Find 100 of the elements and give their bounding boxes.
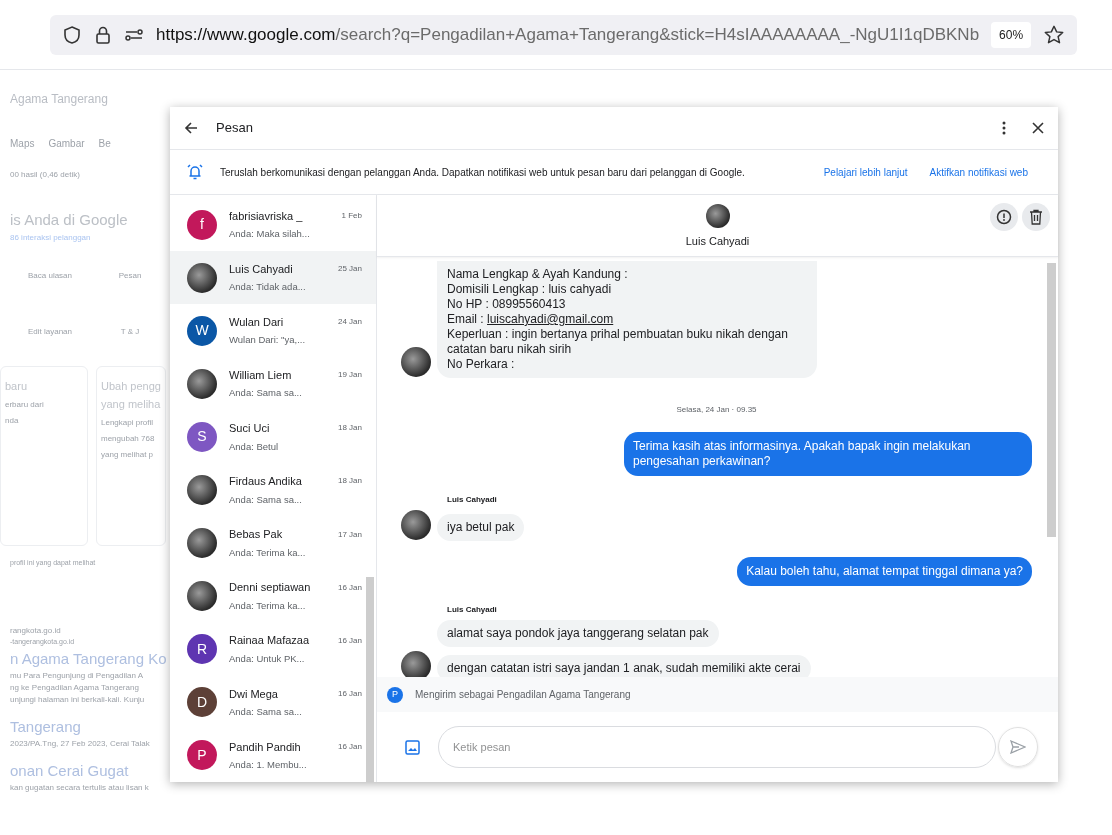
result-snippet: 2023/PA.Tng, 27 Feb 2023, Cerai Talak	[10, 737, 151, 750]
avatar-photo	[187, 262, 217, 293]
contact-photo	[705, 203, 730, 228]
message-preview: Anda: Tidak ada...	[229, 280, 307, 295]
message-preview: Anda: Terima ka...	[229, 545, 307, 560]
card-text: Lengkapi profil	[101, 416, 155, 429]
message-preview: Anda: 1. Membu...	[229, 758, 308, 773]
avatar-photo	[187, 528, 217, 559]
avatar-letter: R	[187, 634, 217, 665]
message-text: Domisili Lengkap : luis cahyadi	[447, 282, 613, 297]
message-date: 16 Jan	[337, 634, 362, 647]
more-icon[interactable]	[1002, 121, 1006, 135]
message-date: 1 Feb	[341, 210, 362, 222]
action-label[interactable]: Edit layanan	[10, 325, 90, 338]
message-preview: Anda: Sama sa...	[229, 705, 303, 719]
contact-name: Wulan Dari	[229, 314, 285, 330]
bell-icon	[186, 163, 204, 181]
lock-icon[interactable]	[94, 24, 112, 45]
account-avatar: P	[387, 686, 403, 703]
send-icon	[1010, 740, 1026, 754]
result-site: rangkota.go.id	[10, 625, 62, 637]
card-title: baru	[5, 378, 29, 394]
message-date: 16 Jan	[337, 687, 362, 700]
contact-name: Rainaa Mafazaa	[229, 633, 311, 649]
message-date: 16 Jan	[337, 581, 362, 594]
scrollbar-thumb[interactable]	[366, 577, 374, 782]
message-input[interactable]: Ketik pesan	[438, 726, 996, 768]
contact-name: William Liem	[229, 367, 293, 383]
conversation-item[interactable]: Luis Cahyadi Anda: Tidak ada... 25 Jan	[170, 251, 376, 305]
card-text: yang melihat p	[101, 448, 155, 461]
image-icon[interactable]	[405, 739, 420, 755]
back-icon[interactable]	[184, 121, 198, 135]
result-snippet: ng ke Pengadilan Agama Tangerang	[10, 681, 140, 694]
avatar-photo	[187, 475, 217, 505]
delete-button[interactable]	[1022, 203, 1050, 231]
search-tab[interactable]: Maps	[10, 136, 35, 151]
card-text: nda	[5, 414, 20, 427]
message-date: 18 Jan	[337, 475, 362, 488]
close-icon[interactable]	[1032, 122, 1044, 134]
url-field[interactable]: https://www.google.com/search?q=Pengadilan+Agama+Tangerang&stick=H4sIAAAAAAAA_-NgU1I1qDBKNb	[156, 21, 980, 48]
avatar-letter: D	[187, 687, 217, 718]
avatar-letter: P	[187, 740, 217, 771]
chat-contact-name: Luis Cahyadi	[685, 233, 750, 249]
avatar-letter: W	[187, 315, 217, 346]
message-text: No Perkara :	[447, 357, 516, 372]
notice-link[interactable]: Pelajari lebih lanjut	[823, 164, 908, 180]
message-bubble: Kalau boleh tahu, alamat tempat tinggal dimana ya?	[737, 557, 1032, 586]
message-text: Email :	[447, 312, 485, 326]
card-text: mengubah 768	[101, 432, 156, 445]
sender-name: Luis Cahyadi	[447, 494, 498, 506]
search-tab[interactable]: Gambar	[48, 136, 85, 151]
sending-as-text: Mengirim sebagai Pengadilan Agama Tangerang	[415, 688, 631, 702]
contact-name: Pandih Pandih	[229, 739, 302, 755]
message-text: iya betul pak	[447, 520, 515, 535]
business-title: is Anda di Google	[10, 210, 129, 230]
message-preview: Anda: Untuk PK...	[229, 651, 306, 666]
card-text: erbaru dari	[5, 398, 45, 411]
result-snippet: kan gugatan secara tertulis atau lisan k	[10, 781, 150, 794]
trash-icon	[1029, 209, 1043, 225]
date-separator: Selasa, 24 Jan · 09.35	[676, 404, 757, 416]
result-snippet: mu Para Pengunjung di Pengadilan A	[10, 669, 144, 682]
contact-name: Suci Uci	[229, 421, 271, 437]
dialog-title: Pesan	[216, 119, 254, 138]
message-preview: Wulan Dari: "ya,...	[229, 333, 307, 348]
message-text: No HP : 08995560413	[447, 297, 567, 312]
shield-icon[interactable]	[62, 24, 82, 45]
notice-link[interactable]: Aktifkan notifikasi web	[929, 164, 1028, 180]
message-preview: Anda: Sama sa...	[229, 492, 303, 507]
contact-name: fabrisiavriska _	[229, 208, 304, 224]
action-label[interactable]: Pesan	[90, 269, 170, 282]
email-link[interactable]: luiscahyadi@gmail.com	[487, 312, 614, 326]
avatar-photo	[187, 581, 217, 612]
alert-icon	[996, 209, 1012, 225]
result-snippet: unjungi halaman ini berkali-kali. Kunju	[10, 693, 146, 706]
message-date: 19 Jan	[337, 369, 362, 382]
message-preview: Anda: Maka silah...	[229, 227, 311, 242]
avatar-photo	[187, 368, 217, 399]
message-preview: Anda: Sama sa...	[229, 386, 303, 401]
action-label[interactable]: Baca ulasan	[10, 269, 90, 282]
contact-name: Dwi Mega	[229, 686, 279, 702]
star-icon[interactable]	[1043, 23, 1066, 46]
search-tab[interactable]: Be	[98, 136, 111, 151]
avatar-letter: S	[187, 421, 217, 452]
report-button[interactable]	[990, 203, 1018, 231]
zoom-level[interactable]: 60%	[991, 21, 1032, 48]
result-count: 00 hasil (0,46 detik)	[10, 169, 81, 181]
message-preview: Anda: Terima ka...	[229, 598, 307, 613]
message-text: Keperluan : ingin bertanya prihal pembuatan buku nikah dengan catatan baru nikah sirih	[447, 327, 789, 357]
conversation-item[interactable]: P Pandih Pandih Anda: 1. Membu... 16 Jan	[170, 728, 376, 782]
message-date: 16 Jan	[337, 740, 362, 753]
message-text: dengan catatan istri saya jandan 1 anak, sudah memiliki akte cerai	[447, 661, 801, 676]
action-label[interactable]: T & J	[90, 325, 170, 338]
contact-name: Denni septiawan	[229, 580, 312, 596]
contact-name: Luis Cahyadi	[229, 261, 294, 277]
message-date: 17 Jan	[337, 528, 362, 541]
message-bubble: Terima kasih atas informasinya. Apakah bapak ingin melakukan pengesahan perkawinan?	[624, 432, 1032, 476]
message-date: 24 Jan	[337, 316, 362, 329]
permissions-icon[interactable]	[124, 26, 144, 43]
message-text: alamat saya pondok jaya tanggerang selatan pak	[447, 626, 709, 641]
scrollbar-thumb[interactable]	[1047, 263, 1056, 537]
